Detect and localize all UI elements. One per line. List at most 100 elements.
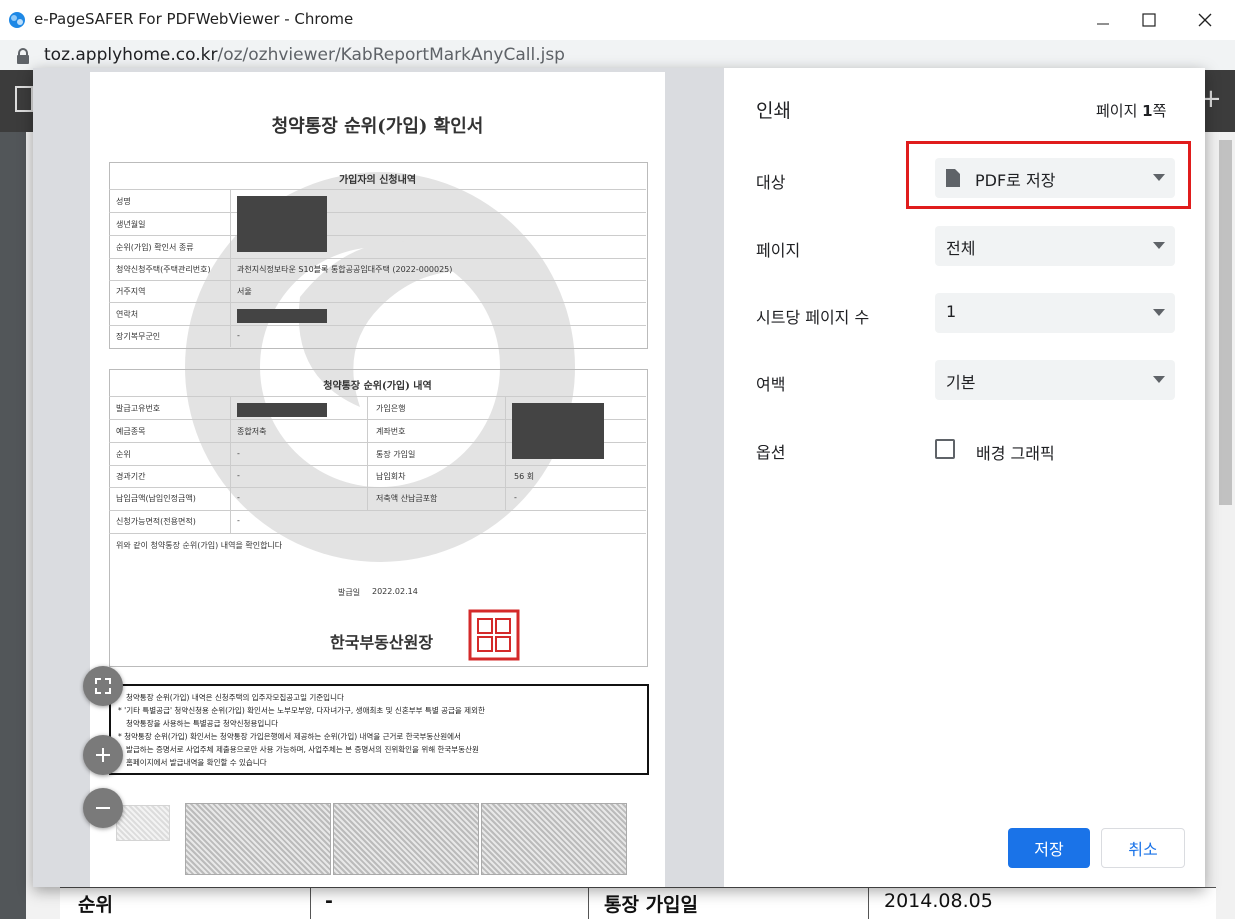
page-count-suffix: 쪽 xyxy=(1152,102,1167,120)
label-rank: 순위 xyxy=(116,450,131,459)
applicant-section xyxy=(109,162,648,349)
pages-value: 전체 xyxy=(946,239,976,258)
applicant-section-header: 가입자의 신청내역 xyxy=(338,175,417,186)
margins-label: 여백 xyxy=(756,375,786,394)
redacted-block xyxy=(512,403,604,459)
chevron-down-icon xyxy=(1153,242,1165,249)
window-title: e-PageSAFER For PDFWebViewer - Chrome xyxy=(34,10,354,28)
label-house: 청약신청주택(주택관리번호) xyxy=(116,265,211,274)
value-rank: - xyxy=(237,449,240,458)
2d-barcode xyxy=(185,803,331,875)
value-payment-count: 56 회 xyxy=(514,472,535,481)
label-elapsed: 경과기간 xyxy=(116,472,146,481)
sidebar-toggle-icon[interactable] xyxy=(15,86,33,112)
destination-highlight xyxy=(906,141,1191,209)
bg-cell-join-date-value: 2014.08.05 xyxy=(884,890,993,912)
zoom-out-button[interactable] xyxy=(83,788,123,828)
destination-label: 대상 xyxy=(756,173,786,192)
value-house: 과천지식정보타운 S10블록 통합공공임대주택 (2022-000025) xyxy=(237,265,453,274)
url-path: /oz/ozhviewer/KabReportMarkAnyCall.jsp xyxy=(217,45,565,65)
pages-per-sheet-label: 시트당 페이지 수 xyxy=(756,308,870,327)
notice-line: 청약통장 순위(가입) 내역은 신청주택의 입주자모집공고일 기준입니다 xyxy=(126,693,344,702)
maximize-button[interactable] xyxy=(1126,0,1172,40)
value-paid-amount: - xyxy=(237,493,240,502)
label-paid-amount: 납입금액(납입인정금액) xyxy=(116,494,196,503)
options-label: 옵션 xyxy=(756,443,786,462)
pages-select[interactable]: 전체 xyxy=(935,226,1175,266)
issue-date-label: 발급일 xyxy=(338,588,361,597)
notice-line: 홈페이지에서 발급내역을 확인할 수 있습니다 xyxy=(126,758,267,767)
lock-icon xyxy=(17,48,29,64)
label-join-date: 통장 가입일 xyxy=(376,450,416,459)
preview-page: 청약통장 순위(가입) 확인서 가입자의 신청내역 성명 생년월일 순위(가입)… xyxy=(90,72,665,887)
value-region: 서울 xyxy=(237,287,252,296)
value-area: - xyxy=(237,516,240,525)
issuer-name: 한국부동산원장 xyxy=(330,633,434,652)
redacted-block xyxy=(237,309,327,323)
2d-barcode xyxy=(333,803,479,875)
pages-per-sheet-select[interactable]: 1 xyxy=(935,293,1175,333)
label-account-number: 계좌번호 xyxy=(376,427,406,436)
value-savings: - xyxy=(514,493,517,502)
account-section-header: 청약통장 순위(가입) 내역 xyxy=(323,381,432,392)
value-deposit-type: 종합저축 xyxy=(237,427,267,436)
zoom-in-button[interactable] xyxy=(83,735,123,775)
cell-divider xyxy=(868,887,869,919)
pages-per-sheet-value: 1 xyxy=(946,302,957,321)
row-divider xyxy=(109,280,646,281)
column-divider xyxy=(505,396,506,510)
page-count-number: 1 xyxy=(1142,102,1153,120)
redacted-block xyxy=(237,403,327,417)
background-graphics-label[interactable]: 배경 그래픽 xyxy=(976,440,1055,464)
background-graphics-checkbox[interactable] xyxy=(935,439,955,459)
redacted-block xyxy=(237,196,327,252)
label-issue-number: 발급고유번호 xyxy=(116,404,161,413)
row-divider xyxy=(109,325,646,326)
pages-label: 페이지 xyxy=(756,241,801,260)
notice-line: * 청약통장 순위(가입) 확인서는 청약통장 가입은행에서 제공하는 순위(가… xyxy=(118,732,461,741)
label-deposit-type: 예금종목 xyxy=(116,427,146,436)
print-heading: 인쇄 xyxy=(756,100,791,122)
cancel-button[interactable]: 취소 xyxy=(1101,828,1185,868)
app-icon xyxy=(9,12,25,28)
notice-line: * '기타 특별공급' 청약신청용 순위(가입) 확인서는 노부모부양, 다자녀… xyxy=(118,706,485,715)
label-payment-count: 납입회차 xyxy=(376,472,406,481)
row-divider xyxy=(109,533,646,534)
chevron-down-icon xyxy=(1153,376,1165,383)
minimize-button[interactable] xyxy=(1080,0,1126,40)
small-code-icon xyxy=(116,805,170,841)
row-divider xyxy=(109,396,646,397)
document-title: 청약통장 순위(가입) 확인서 xyxy=(271,116,484,137)
label-name: 성명 xyxy=(116,197,131,206)
value-military: - xyxy=(237,331,240,340)
fit-to-page-button[interactable] xyxy=(83,666,123,706)
notice-line: 청약통장을 사용하는 특별공급 청약신청용입니다 xyxy=(126,719,279,728)
url-text[interactable]: toz.applyhome.co.kr/oz/ozhviewer/KabRepo… xyxy=(44,45,565,65)
notice-line: 발급하는 증명서로 사업주체 제출용으로만 사용 가능하며, 사업주체는 본 증… xyxy=(126,745,479,754)
margins-value: 기본 xyxy=(946,373,976,392)
chevron-down-icon xyxy=(1153,309,1165,316)
close-icon xyxy=(1198,13,1212,27)
2d-barcode xyxy=(481,803,627,875)
maximize-icon xyxy=(1142,13,1156,27)
confirm-text: 위와 같이 청약통장 순위(가입) 내역을 확인합니다 xyxy=(116,541,283,550)
value-elapsed: - xyxy=(237,471,240,480)
save-button[interactable]: 저장 xyxy=(1008,828,1090,868)
margins-select[interactable]: 기본 xyxy=(935,360,1175,400)
row-divider xyxy=(109,189,646,190)
label-region: 거주지역 xyxy=(116,287,146,296)
label-contact: 연락처 xyxy=(116,310,139,319)
row-divider xyxy=(109,258,646,259)
column-divider xyxy=(367,396,368,510)
label-certificate-type: 순위(가입) 확인서 종류 xyxy=(116,243,194,252)
bg-cell-rank-label: 순위 xyxy=(78,894,113,916)
page-scrollbar-thumb[interactable] xyxy=(1219,140,1232,505)
page-count: 페이지 1쪽 xyxy=(1096,100,1166,121)
cell-divider xyxy=(588,887,589,919)
official-seal-icon xyxy=(468,609,520,661)
row-divider xyxy=(109,465,646,466)
close-window-button[interactable] xyxy=(1182,0,1228,40)
row-divider xyxy=(109,302,646,303)
label-savings: 저축액 산납금포함 xyxy=(376,494,438,503)
label-bank: 가입은행 xyxy=(376,404,406,413)
